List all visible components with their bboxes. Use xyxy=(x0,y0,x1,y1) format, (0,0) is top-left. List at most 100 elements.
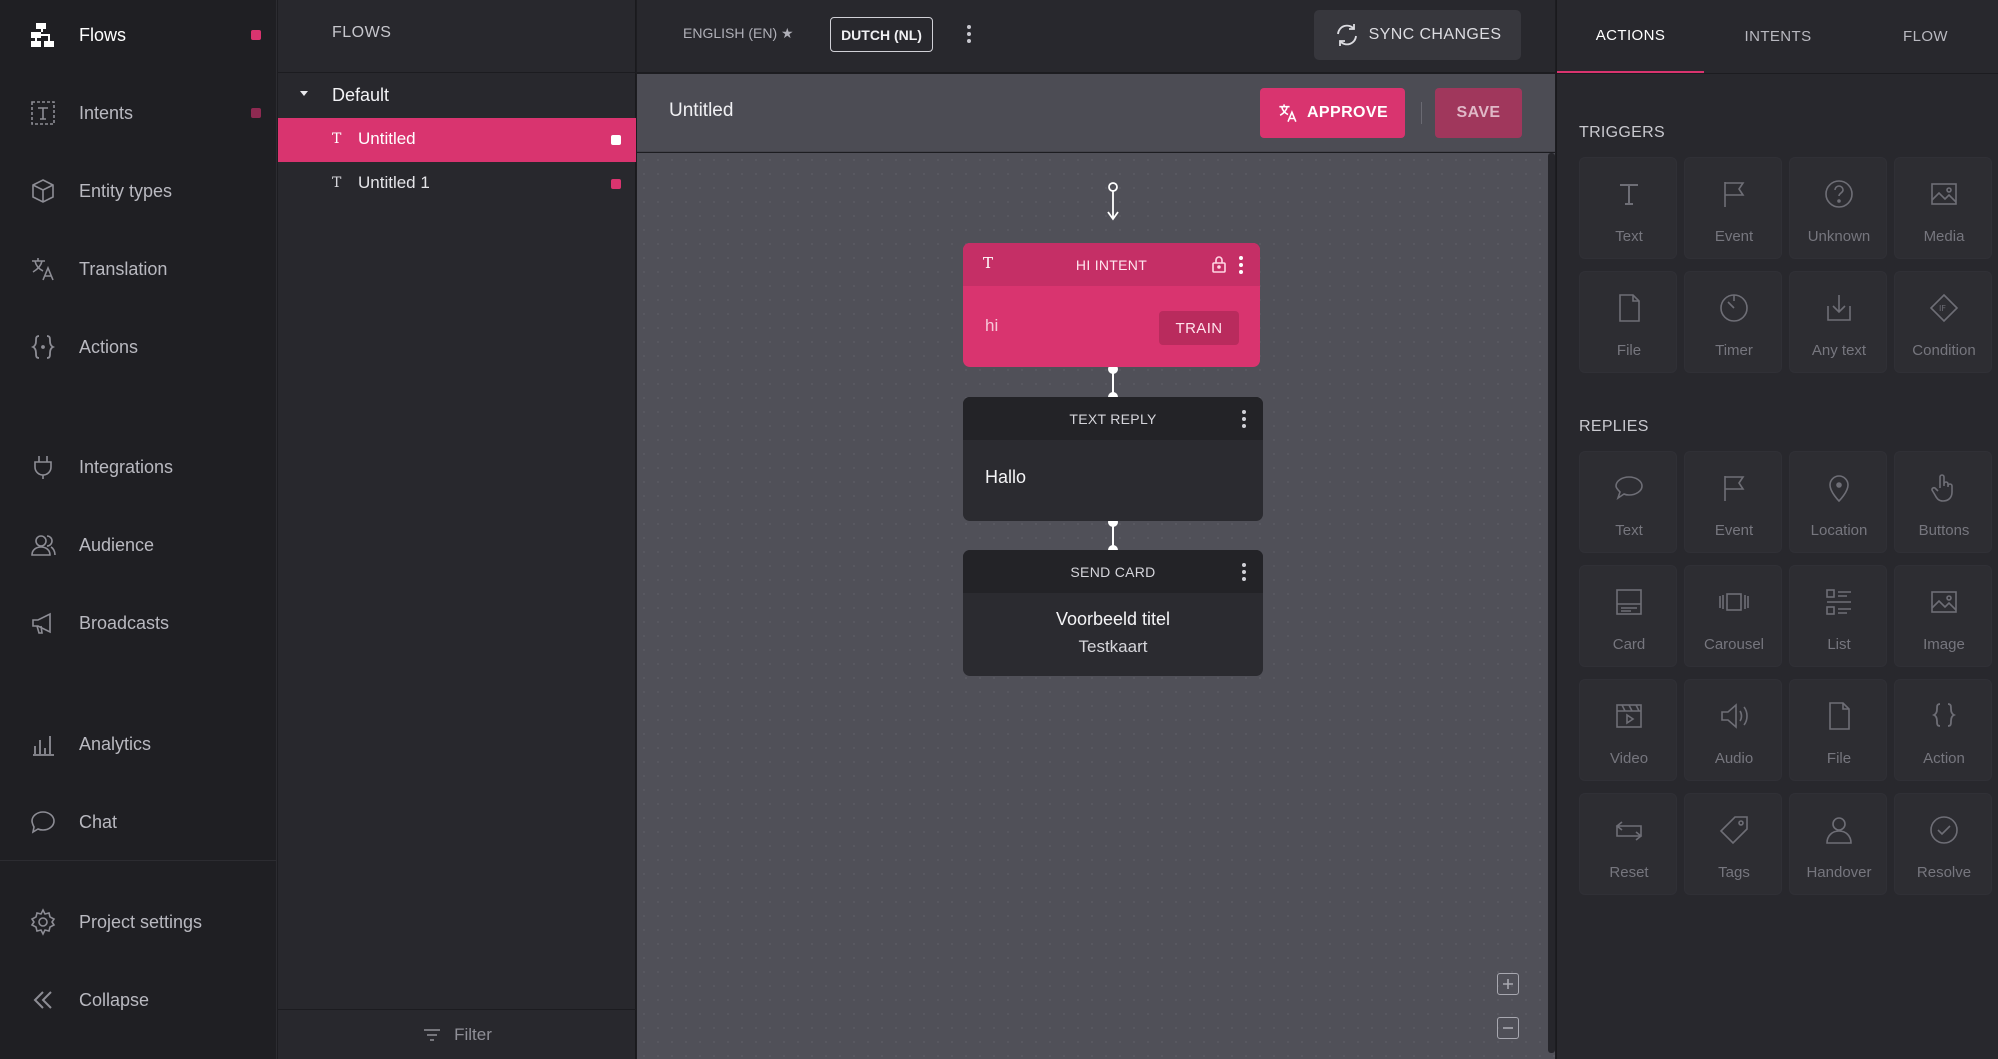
flow-title[interactable]: Untitled xyxy=(669,100,733,122)
intents-icon xyxy=(28,98,58,128)
tab-actions[interactable]: ACTIONS xyxy=(1557,0,1704,73)
nav-item-entity-types[interactable]: Entity types xyxy=(0,163,277,219)
image-icon xyxy=(1928,178,1960,210)
nav-label: Translation xyxy=(79,258,168,279)
tab-flow[interactable]: FLOW xyxy=(1852,0,1998,73)
nav-label: Entity types xyxy=(79,180,173,201)
language-menu-icon[interactable] xyxy=(966,25,972,43)
filter-button[interactable]: Filter xyxy=(278,1009,636,1059)
nav-item-analytics[interactable]: Analytics xyxy=(0,716,277,772)
svg-text:IF: IF xyxy=(1939,304,1946,313)
chat-icon xyxy=(28,807,58,837)
tile-label: Any text xyxy=(1811,342,1867,359)
reply-tile-event[interactable]: Event xyxy=(1684,451,1782,553)
approve-button[interactable]: APPROVE xyxy=(1260,88,1405,138)
toolbar-divider xyxy=(1421,102,1422,124)
node-menu-icon[interactable] xyxy=(1241,563,1247,581)
text-trigger-icon xyxy=(1613,178,1645,210)
tile-label: File xyxy=(1826,750,1852,767)
gear-icon xyxy=(28,907,58,937)
trigger-tile-media[interactable]: Media xyxy=(1894,157,1992,259)
reply-tile-video[interactable]: Video xyxy=(1579,679,1677,781)
unsaved-dot xyxy=(251,30,261,40)
zoom-in-button[interactable] xyxy=(1497,973,1519,995)
tile-label: Text xyxy=(1615,522,1643,539)
nav-label: Intents xyxy=(79,102,134,123)
reply-tile-action[interactable]: Action xyxy=(1894,679,1992,781)
zoom-out-button[interactable] xyxy=(1497,1017,1519,1039)
trigger-tile-any-text[interactable]: Any text xyxy=(1789,271,1887,373)
check-circle-icon xyxy=(1928,814,1960,846)
node-menu-icon[interactable] xyxy=(1238,256,1244,274)
nav-item-integrations[interactable]: Integrations xyxy=(0,439,277,495)
trigger-tile-file[interactable]: File xyxy=(1579,271,1677,373)
trigger-tile-unknown[interactable]: Unknown xyxy=(1789,157,1887,259)
reply-tile-carousel[interactable]: Carousel xyxy=(1684,565,1782,667)
nav-item-intents[interactable]: Intents xyxy=(0,85,277,141)
nav-item-collapse[interactable]: Collapse xyxy=(0,972,277,1028)
audience-icon xyxy=(28,530,58,560)
image-icon xyxy=(1928,586,1960,618)
collapse-icon xyxy=(28,985,58,1015)
reply-tile-tags[interactable]: Tags xyxy=(1684,793,1782,895)
reply-tile-file[interactable]: File xyxy=(1789,679,1887,781)
card-subtitle: Testkaart xyxy=(1078,637,1148,656)
reset-icon xyxy=(1613,814,1645,846)
video-icon xyxy=(1613,700,1645,732)
intent-trigger-node[interactable]: T HI INTENT hi TRAIN xyxy=(963,243,1260,367)
trigger-tile-condition[interactable]: IF Condition xyxy=(1894,271,1992,373)
nav-item-broadcasts[interactable]: Broadcasts xyxy=(0,595,277,651)
nav-label: Broadcasts xyxy=(79,612,170,633)
flow-group-default[interactable]: Default xyxy=(278,74,636,116)
nav-item-project-settings[interactable]: Project settings xyxy=(0,894,277,950)
entity-types-icon xyxy=(28,176,58,206)
tab-intents[interactable]: INTENTS xyxy=(1704,0,1852,73)
reply-tile-resolve[interactable]: Resolve xyxy=(1894,793,1992,895)
nav-label: Audience xyxy=(79,534,155,555)
minus-icon xyxy=(1503,1027,1513,1029)
reply-tile-card[interactable]: Card xyxy=(1579,565,1677,667)
sync-changes-button[interactable]: SYNC CHANGES xyxy=(1314,10,1521,60)
tile-label: Event xyxy=(1714,522,1754,539)
location-icon xyxy=(1823,472,1855,504)
nav-item-chat[interactable]: Chat xyxy=(0,794,277,850)
reply-tile-image[interactable]: Image xyxy=(1894,565,1992,667)
reply-tile-audio[interactable]: Audio xyxy=(1684,679,1782,781)
send-card-node[interactable]: SEND CARD Voorbeeld titel Testkaart xyxy=(963,550,1263,676)
trigger-tile-timer[interactable]: Timer xyxy=(1684,271,1782,373)
replies-section-title: REPLIES xyxy=(1579,418,1649,435)
flows-icon xyxy=(28,20,58,50)
reply-tile-list[interactable]: List xyxy=(1789,565,1887,667)
plug-icon xyxy=(28,452,58,482)
flow-item-untitled[interactable]: T Untitled xyxy=(278,118,636,162)
reply-tile-buttons[interactable]: Buttons xyxy=(1894,451,1992,553)
flow-item-untitled-1[interactable]: T Untitled 1 xyxy=(278,162,636,206)
text-reply-node[interactable]: TEXT REPLY Hallo xyxy=(963,397,1263,521)
trigger-tile-event[interactable]: Event xyxy=(1684,157,1782,259)
trigger-tile-text[interactable]: Text xyxy=(1579,157,1677,259)
save-button[interactable]: SAVE xyxy=(1435,88,1522,138)
train-button[interactable]: TRAIN xyxy=(1159,311,1239,345)
reply-tile-text[interactable]: Text xyxy=(1579,451,1677,553)
megaphone-icon xyxy=(28,608,58,638)
language-dutch[interactable]: DUTCH (NL) xyxy=(830,17,933,52)
tile-label: Card xyxy=(1612,636,1646,653)
filter-label: Filter xyxy=(454,1024,492,1044)
tile-label: Reset xyxy=(1609,864,1649,881)
reply-tile-reset[interactable]: Reset xyxy=(1579,793,1677,895)
node-menu-icon[interactable] xyxy=(1241,410,1247,428)
language-english[interactable]: ENGLISH (EN) ★ xyxy=(683,25,794,42)
tile-label: Condition xyxy=(1912,342,1976,359)
intent-example-text: hi xyxy=(985,316,999,335)
tile-label: Timer xyxy=(1715,342,1753,359)
canvas-scrollbar[interactable] xyxy=(1548,153,1555,1053)
approve-label: APPROVE xyxy=(1306,104,1389,121)
lock-icon[interactable] xyxy=(1211,255,1227,273)
reply-tile-location[interactable]: Location xyxy=(1789,451,1887,553)
tile-label: File xyxy=(1616,342,1642,359)
nav-item-translation[interactable]: Translation xyxy=(0,241,277,297)
nav-item-audience[interactable]: Audience xyxy=(0,517,277,573)
nav-item-actions[interactable]: Actions xyxy=(0,319,277,375)
nav-item-flows[interactable]: Flows xyxy=(0,7,277,63)
reply-tile-handover[interactable]: Handover xyxy=(1789,793,1887,895)
